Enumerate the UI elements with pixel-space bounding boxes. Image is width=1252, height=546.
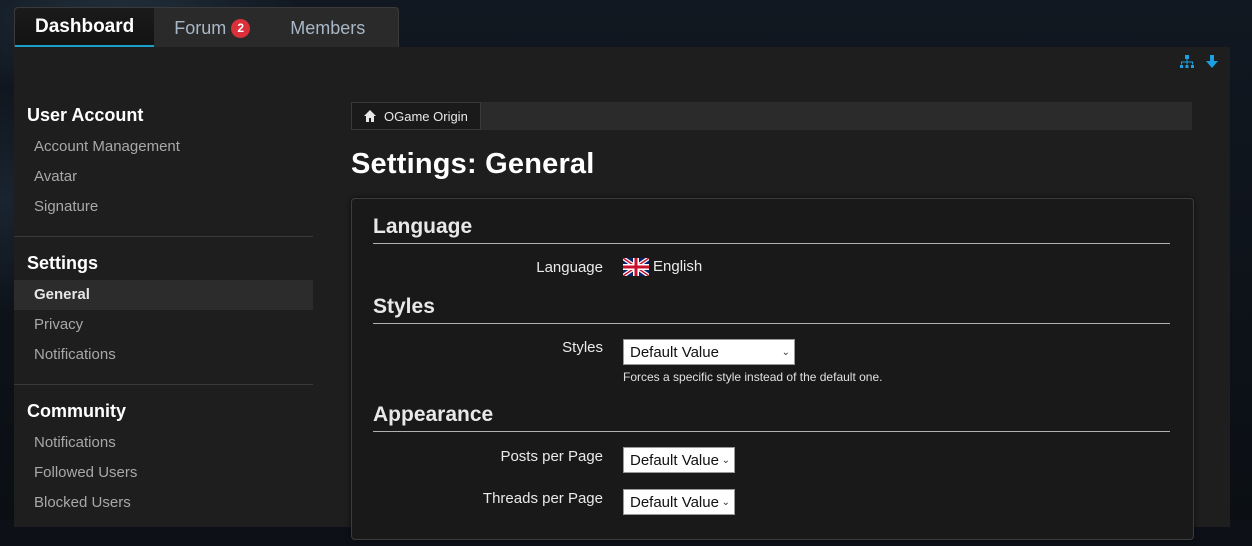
sidebar-item-notifications[interactable]: Notifications: [14, 340, 313, 370]
tab-members[interactable]: Members: [270, 8, 385, 48]
language-value: English: [621, 256, 703, 278]
language-value-text: English: [653, 258, 703, 275]
main-panel: User Account Account Management Avatar S…: [14, 47, 1230, 540]
section-title-language: Language: [373, 215, 1170, 244]
sitemap-icon[interactable]: [1180, 55, 1194, 72]
styles-select[interactable]: Default Value ⌄: [623, 339, 795, 365]
sidebar-section-title: Community: [27, 401, 126, 421]
sidebar-item-general[interactable]: General: [14, 280, 313, 310]
top-links: [1180, 55, 1218, 72]
sidebar-item-community-notifications[interactable]: Notifications: [14, 428, 313, 458]
content-area: OGame Origin Settings: General Language …: [351, 102, 1194, 540]
sidebar-item-privacy[interactable]: Privacy: [14, 310, 313, 340]
section-title-appearance: Appearance: [373, 403, 1170, 432]
sidebar-section-title: Settings: [27, 253, 99, 273]
home-icon: [364, 110, 376, 122]
sidebar-item-signature[interactable]: Signature: [14, 192, 313, 222]
sidebar-item-avatar[interactable]: Avatar: [14, 162, 313, 192]
chevron-down-icon: ⌄: [721, 455, 730, 466]
threads-per-page-value: Default Value: [630, 494, 719, 511]
main-nav: Dashboard Forum 2 Members: [14, 7, 399, 48]
tab-dashboard-label: Dashboard: [35, 15, 135, 37]
breadcrumb-item-home[interactable]: OGame Origin: [351, 102, 481, 130]
chevron-down-icon: ⌄: [721, 497, 730, 508]
styles-help-text: Forces a specific style instead of the d…: [623, 370, 883, 384]
styles-label: Styles: [562, 339, 603, 356]
uk-flag-icon: [621, 256, 651, 278]
sidebar-section-community: Community Notifications Followed Users B…: [14, 399, 313, 532]
posts-per-page-select[interactable]: Default Value ⌄: [623, 447, 735, 473]
threads-per-page-select[interactable]: Default Value ⌄: [623, 489, 735, 515]
sidebar-item-followed-users[interactable]: Followed Users: [14, 458, 313, 488]
breadcrumb-label: OGame Origin: [384, 108, 468, 124]
sidebar-item-blocked-users[interactable]: Blocked Users: [14, 488, 313, 518]
sidebar-item-account-management[interactable]: Account Management: [14, 132, 313, 162]
sidebar-section-title: User Account: [27, 105, 144, 125]
tab-forum-label: Forum: [174, 17, 227, 38]
posts-per-page-value: Default Value: [630, 452, 719, 469]
posts-per-page-label: Posts per Page: [500, 448, 603, 465]
threads-per-page-label: Threads per Page: [482, 490, 603, 507]
chevron-down-icon: ⌄: [781, 347, 790, 358]
tab-forum[interactable]: Forum 2: [154, 8, 270, 48]
tab-dashboard[interactable]: Dashboard: [15, 8, 155, 48]
forum-notification-badge: 2: [231, 18, 251, 38]
arrow-down-icon[interactable]: [1206, 55, 1218, 72]
breadcrumb: OGame Origin: [351, 102, 1192, 130]
tab-members-label: Members: [290, 17, 366, 38]
section-title-styles: Styles: [373, 295, 1170, 324]
styles-select-value: Default Value: [630, 344, 719, 361]
sidebar: User Account Account Management Avatar S…: [14, 103, 313, 546]
settings-form: Language Language English Styles Styles …: [351, 198, 1194, 540]
sidebar-section-user-account: User Account Account Management Avatar S…: [14, 103, 313, 237]
page-title: Settings: General: [351, 148, 595, 180]
sidebar-section-settings: Settings General Privacy Notifications: [14, 251, 313, 385]
language-label: Language: [536, 259, 603, 276]
